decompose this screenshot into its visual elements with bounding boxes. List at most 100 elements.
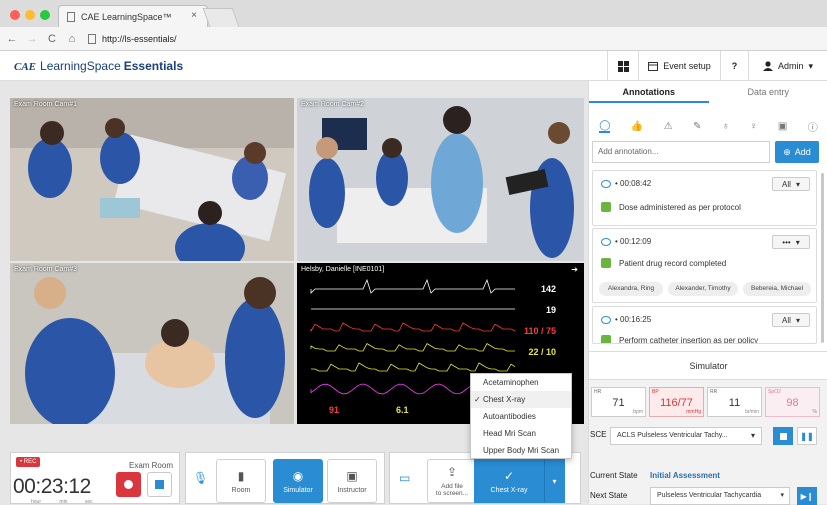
pen-icon[interactable]: ✎ — [693, 121, 701, 132]
dropdown-option[interactable]: Head Mri Scan — [471, 425, 571, 442]
timer-minutes: 23 — [41, 475, 63, 498]
rec-badge: • REC — [16, 457, 40, 467]
add-file-button[interactable]: ⇪ Add file to screen... — [427, 459, 477, 503]
chest-xray-label: Chest X-ray — [491, 487, 528, 494]
screen-icon[interactable]: ▭ — [399, 471, 410, 485]
dropdown-option[interactable]: Acetaminophen — [471, 374, 571, 391]
dropdown-option[interactable]: Upper Body Mri Scan — [471, 442, 571, 459]
vital-unit: mmHg — [686, 409, 701, 415]
chevron-down-icon: ▾ — [796, 180, 800, 189]
tab-close-icon[interactable]: × — [191, 10, 197, 21]
monitor-value: 91 — [329, 405, 339, 415]
app-logo[interactable]: CAE LearningSpace Essentials — [14, 59, 183, 73]
annotation-options-menu[interactable]: •••▾ — [772, 235, 810, 249]
vital-value: 71 — [592, 397, 645, 409]
warning-icon[interactable]: ⚠ — [664, 121, 673, 132]
comment-icon — [601, 180, 611, 188]
vital-label: HR — [594, 389, 601, 395]
event-setup-button[interactable]: Event setup — [638, 51, 720, 81]
thumbs-up-icon[interactable]: 👍 — [631, 121, 643, 132]
simulator-icon: ◉ — [293, 469, 303, 483]
sce-select[interactable]: ACLS Pulseless Ventricular Tachy... ▾ — [610, 427, 762, 445]
select-value: All — [782, 316, 791, 325]
next-state-row: Next State Pulseless Ventricular Tachyca… — [589, 485, 827, 503]
waveform-line — [311, 344, 515, 351]
layout-grid-button[interactable] — [607, 51, 638, 81]
person-tag[interactable]: Alexandra, Ring — [599, 282, 663, 296]
tab-annotations[interactable]: Annotations — [589, 81, 709, 103]
browser-tab[interactable]: CAE LearningSpace™ × — [58, 5, 208, 27]
microphone-icon[interactable]: 🎙 — [193, 471, 208, 485]
camera-3-image — [10, 263, 294, 424]
add-annotation-button[interactable]: ⊕ Add — [775, 141, 819, 163]
pause-icon: ❚❚ — [800, 432, 813, 441]
dropdown-option[interactable]: Autoantibodies — [471, 408, 571, 425]
annotations-scrollbar[interactable] — [821, 173, 824, 343]
user-icon — [763, 61, 773, 71]
scenario-stop-button[interactable] — [773, 427, 793, 445]
reload-icon[interactable]: C — [44, 33, 60, 45]
dropdown-option-label: Head Mri Scan — [483, 429, 536, 438]
annotation-body: Perform catheter insertion as per policy — [601, 335, 758, 344]
window-minimize-button[interactable] — [25, 10, 35, 20]
current-state-row: Current State Initial Assessment — [589, 467, 827, 485]
window-maximize-button[interactable] — [40, 10, 50, 20]
annotation-card[interactable]: • 00:08:42 All▾ Dose administered as per… — [592, 170, 817, 226]
waveform-line — [311, 280, 515, 293]
annotation-text: Patient drug record completed — [619, 259, 726, 268]
file-menu-toggle[interactable]: ▾ — [544, 459, 565, 503]
sce-row: SCE ACLS Pulseless Ventricular Tachy... … — [589, 427, 827, 445]
chest-xray-button[interactable]: ✓ Chest X-ray — [474, 459, 544, 503]
camera-label: Exam Room Cam#3 — [14, 266, 77, 273]
door-icon: ▮ — [238, 469, 245, 483]
annotation-timestamp: • 00:12:09 — [615, 237, 651, 246]
window-close-button[interactable] — [10, 10, 20, 20]
user-name: Admin — [778, 61, 804, 71]
camera-feed-3[interactable]: Exam Room Cam#3 — [10, 263, 294, 424]
url-field[interactable]: http://ls-essentials/ — [88, 34, 177, 44]
waveform-line — [311, 363, 515, 371]
stethoscope-icon[interactable]: ♁ — [722, 121, 730, 132]
back-icon[interactable]: ← — [4, 33, 20, 45]
camera-icon[interactable]: ▣ — [778, 121, 787, 132]
sce-label: SCE — [590, 430, 606, 439]
annotation-visibility-select[interactable]: All▾ — [772, 313, 810, 327]
comment-icon[interactable]: ◯ — [599, 120, 610, 133]
annotation-card[interactable]: • 00:12:09 •••▾ Patient drug record comp… — [592, 228, 817, 303]
annotation-input[interactable]: Add annotation... — [592, 141, 770, 163]
advance-state-button[interactable]: ▶❙ — [797, 487, 817, 505]
vital-hr: HR 71 bpm — [591, 387, 646, 417]
forward-icon[interactable]: → — [24, 33, 40, 45]
dropdown-option-selected[interactable]: ✓Chest X-ray — [471, 391, 571, 408]
dropdown-option-label: Acetaminophen — [483, 378, 539, 387]
room-button-label: Room — [232, 487, 251, 494]
check-icon: ✓ — [474, 391, 481, 408]
help-button[interactable]: ? — [720, 51, 748, 81]
current-state-value: Initial Assessment — [650, 471, 720, 480]
record-button[interactable] — [116, 472, 141, 497]
app-header: CAE LearningSpace Essentials Event setup… — [0, 51, 827, 81]
simulator-button[interactable]: ◉ Simulator — [273, 459, 323, 503]
lightbulb-icon[interactable]: ♀ — [750, 121, 758, 132]
info-icon[interactable]: ⓘ — [808, 119, 818, 134]
annotation-card[interactable]: • 00:16:25 All▾ Perform catheter inserti… — [592, 306, 817, 344]
tab-data-entry[interactable]: Data entry — [709, 81, 827, 103]
camera-label: Exam Room Cam#2 — [301, 101, 364, 108]
home-icon[interactable]: ⌂ — [64, 33, 80, 45]
person-tag[interactable]: Alexander, Timothy — [668, 282, 738, 296]
scenario-pause-button[interactable]: ❚❚ — [797, 427, 817, 445]
user-menu[interactable]: Admin ▾ — [748, 51, 827, 81]
instructor-button[interactable]: ▣ Instructor — [327, 459, 377, 503]
room-button[interactable]: ▮ Room — [216, 459, 266, 503]
camera-feed-1[interactable]: Exam Room Cam#1 — [10, 98, 294, 261]
person-tag[interactable]: Bebereia, Michael — [743, 282, 811, 296]
annotation-type-icons: ◯ 👍 ⚠ ✎ ♁ ♀ ▣ ⓘ — [589, 117, 827, 135]
annotation-visibility-select[interactable]: All▾ — [772, 177, 810, 191]
camera-feed-2[interactable]: Exam Room Cam#2 — [297, 98, 584, 261]
next-state-select[interactable]: Pulseless Ventricular Tachycardia ▾ — [650, 487, 790, 505]
panel-tabs: Annotations Data entry — [589, 81, 827, 103]
chevron-down-icon: ▾ — [751, 428, 755, 444]
new-tab-button[interactable] — [203, 8, 240, 27]
plus-circle-icon: ⊕ — [783, 147, 791, 158]
stop-button[interactable] — [147, 472, 172, 497]
